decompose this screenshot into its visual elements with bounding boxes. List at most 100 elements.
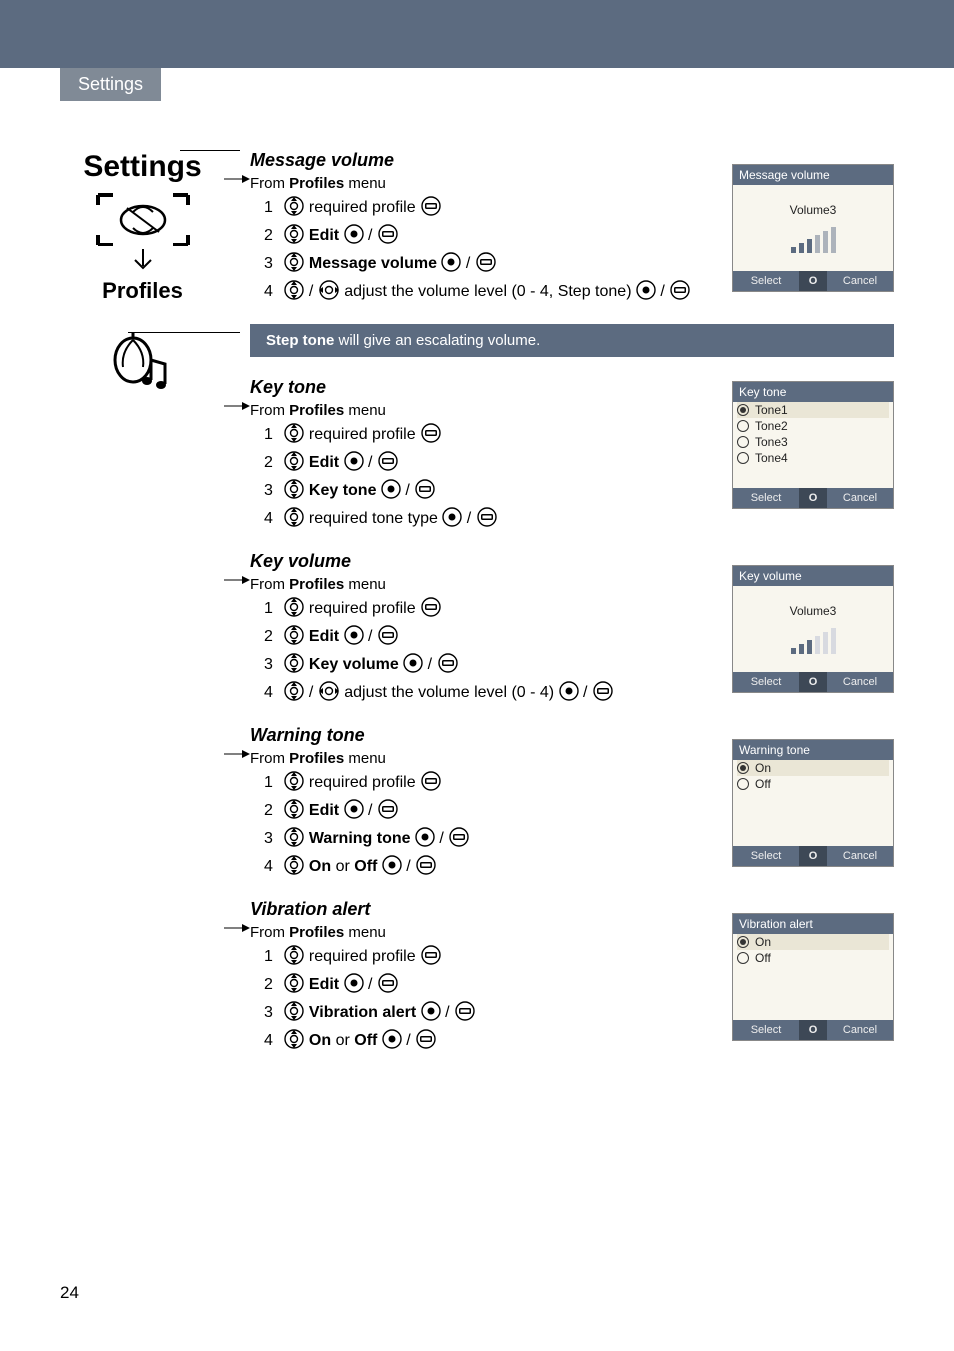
softkey-center[interactable]: O: [799, 488, 827, 508]
softkey-icon: [415, 1029, 437, 1049]
screen-key-volume: Key volume Volume3 Select O Cancel: [732, 565, 894, 693]
radio-option[interactable]: Tone1: [737, 402, 889, 418]
radio-option[interactable]: On: [737, 934, 889, 950]
softkey-select[interactable]: Select: [733, 271, 799, 291]
center-key-icon: [559, 681, 579, 701]
arrow-icon: [224, 174, 250, 184]
softkey-center[interactable]: O: [799, 1020, 827, 1040]
down-arrow-icon: [128, 246, 158, 276]
section-key-volume: Key volume From Profiles menu 1 required…: [250, 551, 894, 707]
sidebar-title: Settings: [60, 150, 225, 184]
softkey-icon: [592, 681, 614, 701]
nav-updown-icon: [284, 507, 304, 527]
softkey-icon: [377, 451, 399, 471]
softkey-icon: [377, 799, 399, 819]
softkey-icon: [669, 280, 691, 300]
softkey-cancel[interactable]: Cancel: [827, 1020, 893, 1040]
nav-updown-icon: [284, 1001, 304, 1021]
center-key-icon: [442, 507, 462, 527]
radio-option[interactable]: Tone2: [737, 418, 889, 434]
screen-message-volume: Message volume Volume3 Select O Cancel: [732, 164, 894, 292]
center-key-icon: [382, 1029, 402, 1049]
softkey-center[interactable]: O: [799, 672, 827, 692]
screen-body-text: Volume3: [743, 604, 883, 618]
nav-leftright-icon: [318, 280, 340, 300]
softkey-icon: [454, 1001, 476, 1021]
screen-title: Key tone: [733, 382, 893, 402]
arrow-icon: [224, 401, 250, 411]
ringtone-icon: [111, 332, 175, 392]
arrow-icon: [224, 923, 250, 933]
softkey-center[interactable]: O: [799, 271, 827, 291]
softkey-icon: [437, 653, 459, 673]
section-message-volume: Message volume From Profiles menu 1 requ…: [250, 150, 894, 306]
softkey-cancel[interactable]: Cancel: [827, 271, 893, 291]
center-key-icon: [344, 625, 364, 645]
radio-option[interactable]: Tone3: [737, 434, 889, 450]
nav-updown-icon: [284, 827, 304, 847]
softkey-select[interactable]: Select: [733, 672, 799, 692]
screen-title: Warning tone: [733, 740, 893, 760]
nav-updown-icon: [284, 423, 304, 443]
center-key-icon: [344, 799, 364, 819]
nav-updown-icon: [284, 597, 304, 617]
radio-option[interactable]: On: [737, 760, 889, 776]
softkey-icon: [420, 597, 442, 617]
softkey-icon: [377, 625, 399, 645]
softkey-icon: [377, 973, 399, 993]
nav-updown-icon: [284, 479, 304, 499]
volume-bars-icon: [743, 624, 883, 654]
center-key-icon: [344, 973, 364, 993]
center-key-icon: [636, 280, 656, 300]
softkey-icon: [420, 423, 442, 443]
nav-updown-icon: [284, 653, 304, 673]
section-key-tone: Key tone From Profiles menu 1 required p…: [250, 377, 894, 533]
nav-updown-icon: [284, 625, 304, 645]
nav-updown-icon: [284, 973, 304, 993]
top-banner: [0, 0, 954, 68]
settings-bracket-icon: [93, 190, 193, 246]
sidebar: Settings Profiles: [60, 150, 225, 392]
screen-title: Key volume: [733, 566, 893, 586]
nav-updown-icon: [284, 451, 304, 471]
note-step-tone: Step tone will give an escalating volume…: [250, 324, 894, 357]
softkey-select[interactable]: Select: [733, 846, 799, 866]
screen-key-tone: Key tone Tone1 Tone2 Tone3 Tone4 Select …: [732, 381, 894, 509]
softkey-icon: [420, 945, 442, 965]
softkey-icon: [476, 507, 498, 527]
screen-vibration-alert: Vibration alert On Off Select O Cancel: [732, 913, 894, 1041]
softkey-cancel[interactable]: Cancel: [827, 672, 893, 692]
center-key-icon: [344, 451, 364, 471]
volume-bars-icon: [743, 223, 883, 253]
center-key-icon: [441, 252, 461, 272]
nav-updown-icon: [284, 799, 304, 819]
nav-updown-icon: [284, 196, 304, 216]
sidebar-subtitle: Profiles: [60, 278, 225, 304]
center-key-icon: [381, 479, 401, 499]
center-key-icon: [382, 855, 402, 875]
screen-body-text: Volume3: [743, 203, 883, 217]
nav-updown-icon: [284, 945, 304, 965]
softkey-select[interactable]: Select: [733, 488, 799, 508]
screen-title: Message volume: [733, 165, 893, 185]
nav-leftright-icon: [318, 681, 340, 701]
arrow-icon: [224, 575, 250, 585]
main-content: Message volume From Profiles menu 1 requ…: [250, 150, 894, 1055]
page-number: 24: [60, 1283, 79, 1303]
softkey-cancel[interactable]: Cancel: [827, 846, 893, 866]
softkey-icon: [420, 196, 442, 216]
center-key-icon: [403, 653, 423, 673]
nav-updown-icon: [284, 1029, 304, 1049]
softkey-cancel[interactable]: Cancel: [827, 488, 893, 508]
nav-updown-icon: [284, 252, 304, 272]
nav-updown-icon: [284, 224, 304, 244]
radio-option[interactable]: Off: [737, 776, 889, 792]
softkey-icon: [420, 771, 442, 791]
radio-option[interactable]: Off: [737, 950, 889, 966]
radio-option[interactable]: Tone4: [737, 450, 889, 466]
arrow-icon: [224, 749, 250, 759]
center-key-icon: [415, 827, 435, 847]
screen-warning-tone: Warning tone On Off Select O Cancel: [732, 739, 894, 867]
softkey-center[interactable]: O: [799, 846, 827, 866]
softkey-select[interactable]: Select: [733, 1020, 799, 1040]
